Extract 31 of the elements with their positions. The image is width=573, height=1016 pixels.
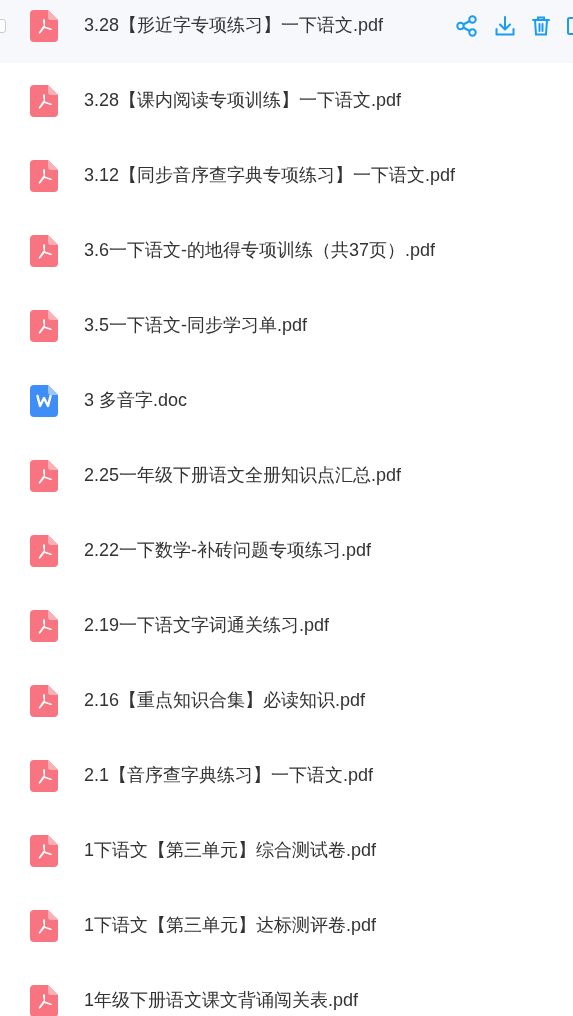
file-name[interactable]: 1年级下册语文课文背诵闯关表.pdf (84, 987, 359, 1014)
file-name[interactable]: 2.16【重点知识合集】必读知识.pdf (84, 687, 366, 714)
file-name[interactable]: 1下语文【第三单元】综合测试卷.pdf (84, 837, 377, 864)
file-name[interactable]: 2.19一下语文字词通关练习.pdf (84, 612, 330, 639)
pdf-file-icon (30, 609, 58, 642)
file-name[interactable]: 3.28【形近字专项练习】一下语文.pdf (84, 12, 384, 39)
word-file-icon (30, 384, 58, 417)
pdf-file-icon (30, 759, 58, 792)
pdf-file-icon (30, 309, 58, 342)
pdf-file-icon (30, 9, 58, 42)
file-name[interactable]: 3.12【同步音序查字典专项练习】一下语文.pdf (84, 162, 456, 189)
file-name[interactable]: 3.28【课内阅读专项训练】一下语文.pdf (84, 87, 402, 114)
pdf-file-icon (30, 459, 58, 492)
file-name[interactable]: 2.22一下数学-补砖问题专项练习.pdf (84, 537, 372, 564)
pdf-file-icon (30, 684, 58, 717)
file-name[interactable]: 2.25一年级下册语文全册知识点汇总.pdf (84, 462, 402, 489)
file-name[interactable]: 3 多音字.doc (84, 387, 188, 414)
pdf-file-icon (30, 84, 58, 117)
share-icon[interactable] (456, 14, 478, 37)
trash-icon[interactable] (532, 15, 550, 36)
file-name[interactable]: 3.5一下语文-同步学习单.pdf (84, 312, 308, 339)
pdf-file-icon (30, 534, 58, 567)
pdf-file-icon (30, 909, 58, 942)
download-icon[interactable] (495, 15, 515, 36)
pdf-file-icon (30, 834, 58, 867)
file-name[interactable]: 3.6一下语文-的地得专项训练（共37页）.pdf (84, 237, 436, 264)
pdf-file-icon (30, 159, 58, 192)
file-name[interactable]: 1下语文【第三单元】达标测评卷.pdf (84, 912, 377, 939)
pdf-file-icon (30, 234, 58, 267)
file-name[interactable]: 2.1【音序查字典练习】一下语文.pdf (84, 762, 374, 789)
file-row-highlight[interactable]: 3.28【形近字专项练习】一下语文.pdf (0, 0, 573, 63)
